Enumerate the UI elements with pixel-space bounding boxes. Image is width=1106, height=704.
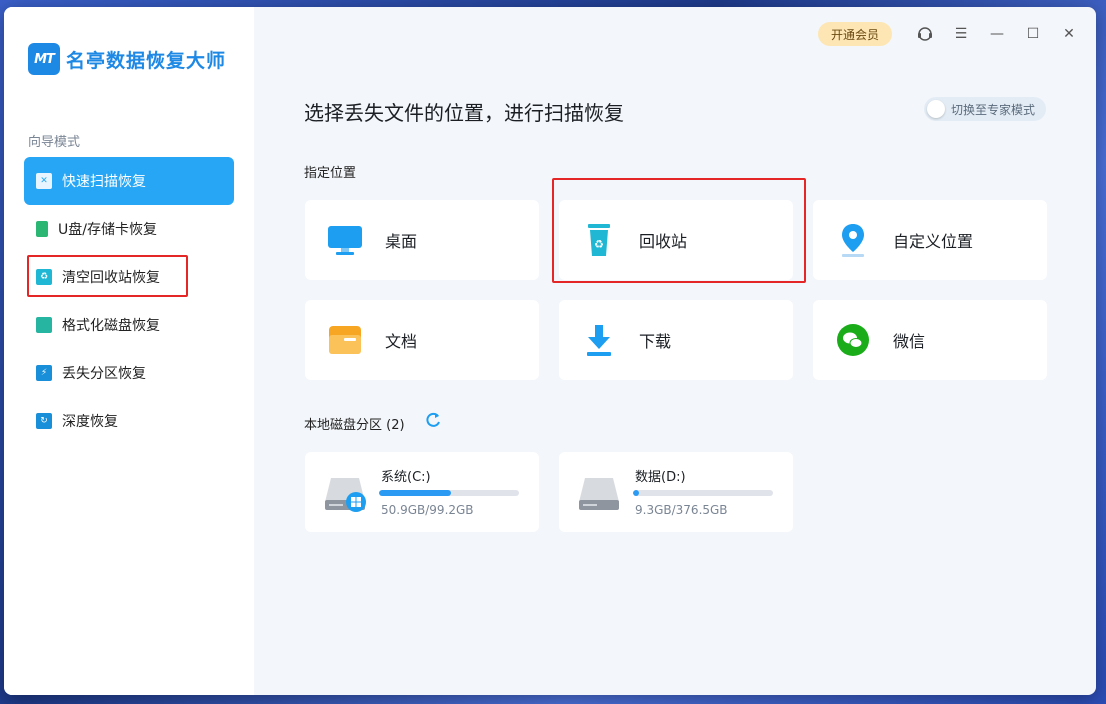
minimize-icon[interactable]: — [987,24,1007,44]
maximize-icon[interactable]: ☐ [1023,24,1043,44]
download-arrow-icon [581,322,617,358]
toggle-label: 切换至专家模式 [951,102,1036,117]
location-card-documents[interactable]: 文档 [305,300,539,380]
system-drive-icon [325,472,371,514]
highlight-box [552,178,806,283]
support-icon[interactable] [915,24,935,44]
main-panel: 开通会员 ☰ — ☐ ✕ 选择丢失文件的位置，进行扫描恢复 切换至专家模式 指定… [254,7,1096,695]
folder-icon [327,322,363,358]
menu-icon[interactable]: ☰ [951,24,971,44]
sd-card-icon [36,221,48,237]
sidebar: MT 名亭数据恢复大师 向导模式 ✕ 快速扫描恢复 U盘/存储卡恢复 ♻ 清空回… [4,7,254,695]
sidebar-item-deep[interactable]: ↻ 深度恢复 [24,397,234,445]
card-label: 下载 [639,332,672,351]
refresh-icon[interactable] [424,411,442,429]
sidebar-item-format[interactable]: 格式化磁盘恢复 [24,301,234,349]
page-title: 选择丢失文件的位置，进行扫描恢复 [304,101,624,125]
disk-usage-bar [633,490,773,496]
format-disk-icon [36,317,52,333]
app-logo: MT 名亭数据恢复大师 [28,43,226,75]
app-title: 名亭数据恢复大师 [66,49,227,72]
disk-usage-bar [379,490,519,496]
location-card-downloads[interactable]: 下载 [559,300,793,380]
highlight-box [27,255,188,297]
disk-card-d[interactable]: 数据(D:) 9.3GB/376.5GB [559,452,793,532]
hard-drive-icon [579,472,625,514]
folder-scan-icon: ✕ [36,173,52,189]
sidebar-item-label: 丢失分区恢复 [62,366,146,382]
sidebar-item-partition[interactable]: ⚡ 丢失分区恢复 [24,349,234,397]
desktop-monitor-icon [327,222,363,258]
sidebar-item-label: 格式化磁盘恢复 [62,318,160,334]
disk-usage-fill [633,490,639,496]
mode-label: 向导模式 [28,135,81,150]
card-label: 微信 [893,332,926,351]
app-window: MT 名亭数据恢复大师 向导模式 ✕ 快速扫描恢复 U盘/存储卡恢复 ♻ 清空回… [4,7,1096,695]
disks-label: 本地磁盘分区 (2) [304,418,405,433]
location-card-custom[interactable]: 自定义位置 [813,200,1047,280]
close-icon[interactable]: ✕ [1059,24,1079,44]
deep-scan-icon: ↻ [36,413,52,429]
location-card-wechat[interactable]: 微信 [813,300,1047,380]
sidebar-item-label: 深度恢复 [62,414,118,430]
disk-size: 9.3GB/376.5GB [635,503,728,517]
expert-mode-toggle[interactable]: 切换至专家模式 [924,97,1046,121]
disk-size: 50.9GB/99.2GB [381,503,474,517]
disk-name: 数据(D:) [635,470,686,485]
toggle-knob [927,100,945,118]
logo-icon: MT [28,43,60,75]
card-label: 文档 [385,332,418,351]
partition-icon: ⚡ [36,365,52,381]
disk-card-c[interactable]: 系统(C:) 50.9GB/99.2GB [305,452,539,532]
sidebar-item-label: U盘/存储卡恢复 [58,222,157,238]
card-label: 桌面 [385,232,418,251]
sidebar-item-quick-scan[interactable]: ✕ 快速扫描恢复 [24,157,234,205]
locations-label: 指定位置 [304,166,357,181]
disk-usage-fill [379,490,451,496]
location-pin-icon [835,222,871,258]
disk-name: 系统(C:) [381,470,431,485]
sidebar-nav: ✕ 快速扫描恢复 U盘/存储卡恢复 ♻ 清空回收站恢复 格式化磁盘恢复 ⚡ 丢失… [24,157,234,445]
wechat-icon [835,322,871,358]
location-card-desktop[interactable]: 桌面 [305,200,539,280]
sidebar-item-usb[interactable]: U盘/存储卡恢复 [24,205,234,253]
card-label: 自定义位置 [893,232,974,251]
vip-button[interactable]: 开通会员 [818,22,892,46]
sidebar-item-label: 快速扫描恢复 [62,174,146,190]
